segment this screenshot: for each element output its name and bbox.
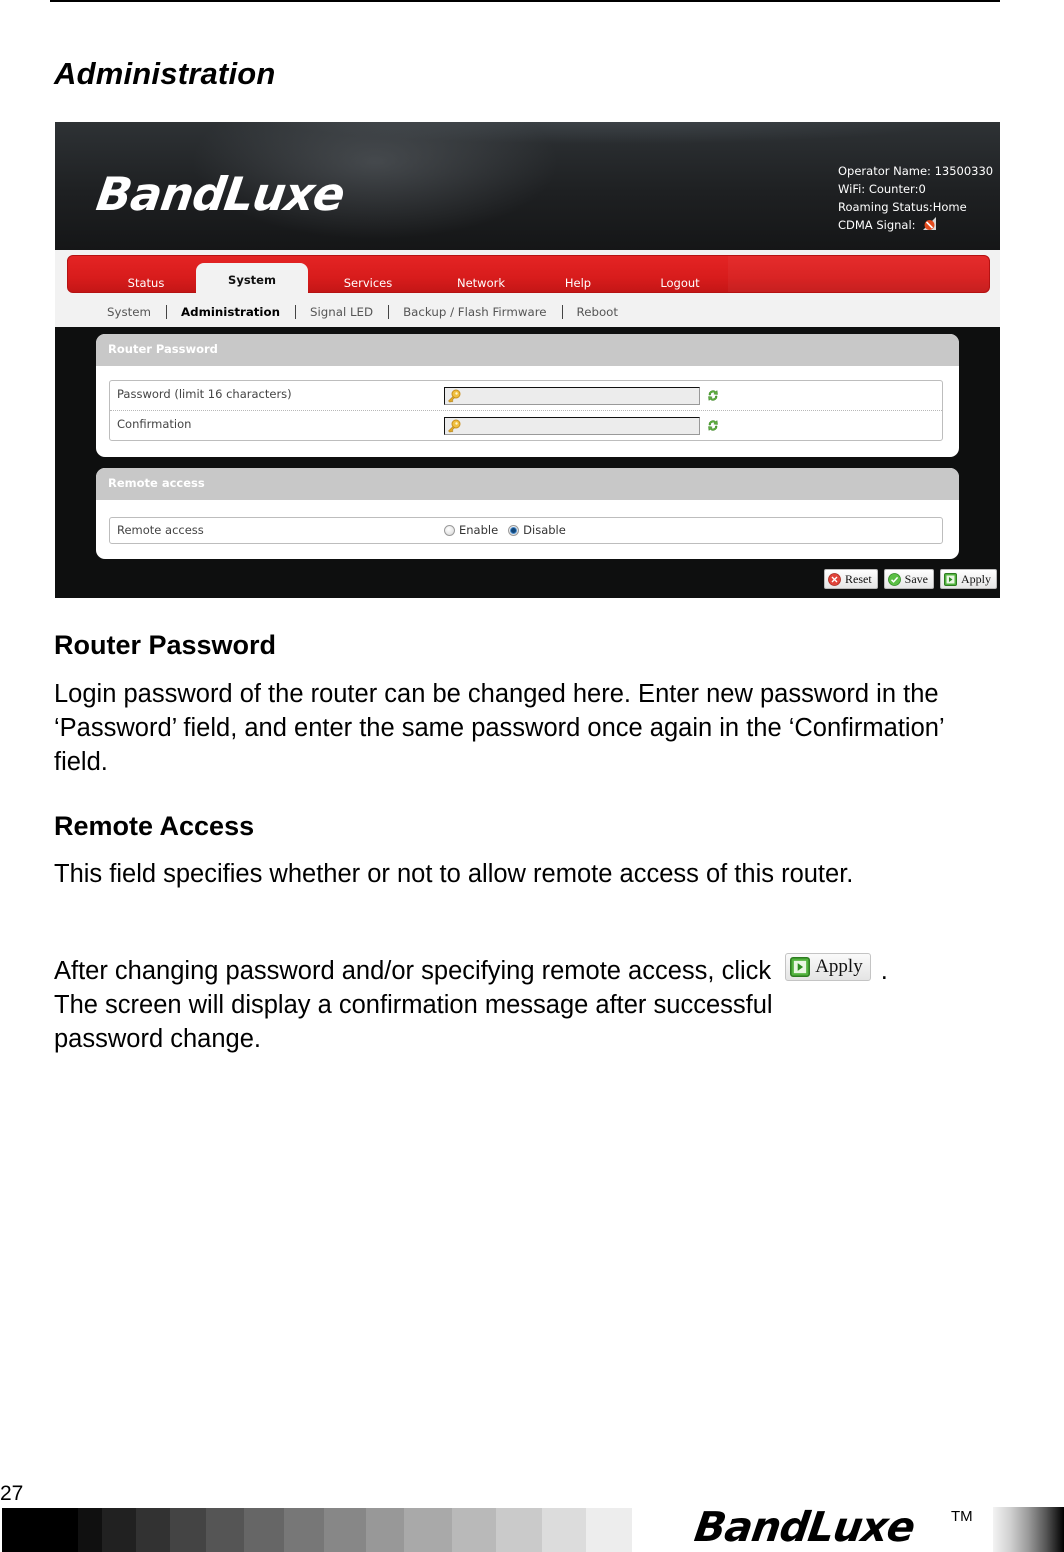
navigation-area: Status System Services Network Help Logo…: [55, 250, 1000, 327]
check-icon: [887, 572, 901, 586]
grayscale-swatch: [542, 1508, 586, 1552]
reset-button[interactable]: Reset: [824, 569, 878, 589]
remote-access-radio-group: Enable Disable: [444, 523, 576, 537]
tab-network[interactable]: Network: [426, 273, 536, 294]
disable-radio[interactable]: [508, 524, 520, 536]
router-password-description: Login password of the router can be chan…: [54, 680, 944, 776]
router-ui-screenshot: BandLuxe Operator Name: 13500330 WiFi: C…: [55, 122, 1000, 598]
grayscale-swatch: [244, 1508, 284, 1552]
grayscale-gradient: [993, 1507, 1064, 1552]
apply-instructions-continuation: The screen will display a confirmation m…: [54, 991, 773, 1053]
apply-instructions-text: After changing password and/or specifyin…: [54, 957, 772, 985]
grayscale-swatch: [586, 1508, 632, 1552]
submenu-reboot[interactable]: Reboot: [577, 305, 618, 319]
remote-access-heading: Remote Access: [54, 811, 255, 841]
submenu-administration[interactable]: Administration: [181, 305, 280, 319]
apply-button-label: Apply: [961, 571, 991, 586]
refresh-icon[interactable]: [707, 389, 719, 402]
save-button[interactable]: Save: [883, 569, 934, 589]
grayscale-swatch: [206, 1508, 244, 1552]
key-icon: [448, 419, 461, 433]
submenu-separator: [294, 305, 296, 319]
remote-access-label: Remote access: [117, 523, 204, 537]
grayscale-swatch: [324, 1508, 366, 1552]
grayscale-swatch: [102, 1508, 136, 1552]
reset-button-label: Reset: [845, 571, 872, 586]
apply-button[interactable]: Apply: [940, 569, 997, 589]
apply-instructions-period: .: [880, 957, 888, 985]
cdma-signal-label: CDMA Signal:: [838, 218, 916, 232]
grayscale-bar: [2, 1508, 632, 1552]
grayscale-swatch: [136, 1508, 170, 1552]
password-row: Password (limit 16 characters): [110, 381, 942, 410]
grayscale-swatch: [496, 1508, 542, 1552]
play-icon: [944, 572, 957, 586]
router-password-header: Router Password: [96, 334, 959, 366]
main-menu: Status System Services Network Help Logo…: [67, 255, 990, 294]
grayscale-swatch: [284, 1508, 324, 1552]
grayscale-swatch: [2, 1508, 78, 1552]
refresh-icon[interactable]: [707, 419, 719, 432]
inline-apply-label: Apply: [815, 956, 863, 977]
tab-status[interactable]: Status: [96, 273, 196, 294]
save-button-label: Save: [904, 571, 928, 586]
play-icon: [790, 957, 811, 977]
submenu-separator: [561, 305, 563, 319]
submenu-separator: [166, 305, 167, 319]
remote-access-panel: Remote access Remote access Enable Disab…: [96, 468, 959, 559]
enable-radio-label[interactable]: Enable: [459, 523, 498, 537]
submenu: System Administration Signal LED Backup …: [107, 305, 618, 319]
action-buttons: Reset Save Apply: [824, 569, 997, 589]
tab-logout[interactable]: Logout: [635, 273, 725, 294]
remote-access-row: Remote access Enable Disable: [110, 518, 942, 543]
submenu-separator: [388, 305, 390, 319]
grayscale-swatch: [366, 1508, 404, 1552]
remote-access-fields: Remote access Enable Disable: [109, 517, 943, 544]
roaming-status: Roaming Status:Home: [838, 200, 967, 214]
reset-icon: [828, 572, 841, 586]
header-banner: BandLuxe Operator Name: 13500330 WiFi: C…: [55, 122, 1000, 250]
password-input[interactable]: [444, 387, 700, 405]
no-signal-icon: [923, 217, 937, 230]
page-number: 27: [0, 1482, 24, 1505]
tab-help[interactable]: Help: [538, 273, 618, 294]
submenu-backup-flash-firmware[interactable]: Backup / Flash Firmware: [403, 305, 546, 319]
trademark-symbol: TM: [951, 1508, 973, 1525]
tab-services[interactable]: Services: [313, 273, 423, 294]
inline-apply-button: Apply: [785, 953, 871, 981]
tab-system[interactable]: System: [196, 263, 308, 294]
submenu-signal-led[interactable]: Signal LED: [310, 305, 373, 319]
submenu-system[interactable]: System: [107, 305, 151, 319]
confirmation-input[interactable]: [444, 417, 700, 435]
wifi-counter: WiFi: Counter:0: [838, 182, 926, 196]
remote-access-header: Remote access: [96, 468, 959, 500]
password-label: Password (limit 16 characters): [117, 387, 292, 401]
cdma-signal-row: CDMA Signal:: [838, 216, 993, 234]
top-rule: [50, 0, 1000, 2]
remote-access-description: This field specifies whether or not to a…: [54, 860, 854, 888]
router-password-heading: Router Password: [54, 630, 277, 660]
grayscale-swatch: [78, 1508, 102, 1552]
footer-bandluxe-logo: BandLuxe: [691, 1503, 918, 1551]
confirmation-row: Confirmation: [110, 410, 942, 439]
key-icon: [448, 389, 461, 403]
router-password-panel: Router Password Password (limit 16 chara…: [96, 334, 959, 457]
operator-name: Operator Name: 13500330: [838, 164, 994, 178]
grayscale-swatch: [170, 1508, 206, 1552]
grayscale-swatch: [404, 1508, 452, 1552]
bandluxe-logo: BandLuxe: [93, 167, 348, 221]
enable-radio[interactable]: [444, 524, 455, 536]
apply-instructions: After changing password and/or specifyin…: [54, 953, 1004, 1056]
grayscale-swatch: [452, 1508, 496, 1552]
document-title: Administration: [54, 56, 276, 91]
router-password-fields: Password (limit 16 characters) Confirmat…: [109, 380, 943, 441]
disable-radio-label[interactable]: Disable: [523, 523, 566, 537]
confirmation-label: Confirmation: [117, 417, 192, 431]
status-info: Operator Name: 13500330 WiFi: Counter:0 …: [838, 162, 993, 234]
